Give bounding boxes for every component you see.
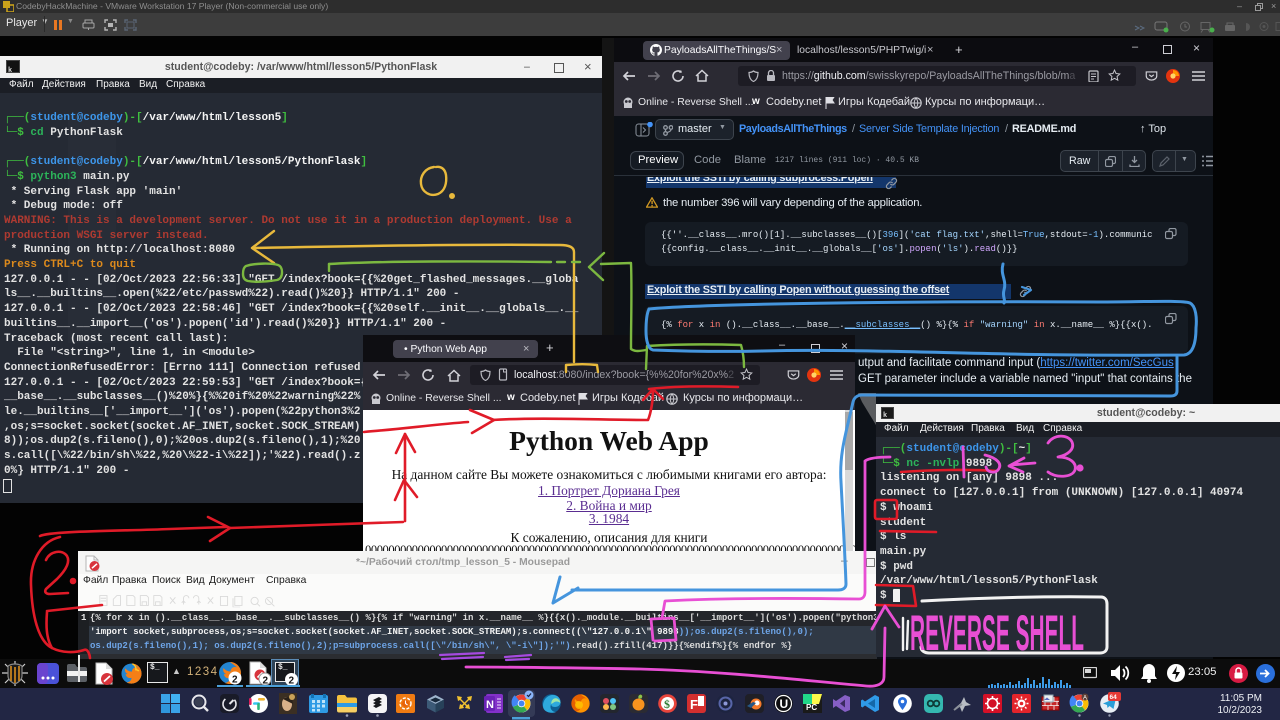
svg-text:U: U (780, 697, 789, 711)
svg-text:10/2/2023: 10/2/2023 (1218, 705, 1263, 716)
svg-text:$: $ (664, 697, 670, 711)
svg-text:PC: PC (806, 703, 817, 712)
svg-text:F: F (690, 697, 698, 712)
svg-text:A: A (1083, 696, 1087, 702)
svg-text:64: 64 (1110, 694, 1118, 701)
svg-text:2: 2 (232, 675, 238, 686)
svg-text:2: 2 (263, 676, 269, 686)
svg-text:N: N (486, 699, 494, 711)
svg-text:11:05 PM: 11:05 PM (1220, 693, 1262, 704)
